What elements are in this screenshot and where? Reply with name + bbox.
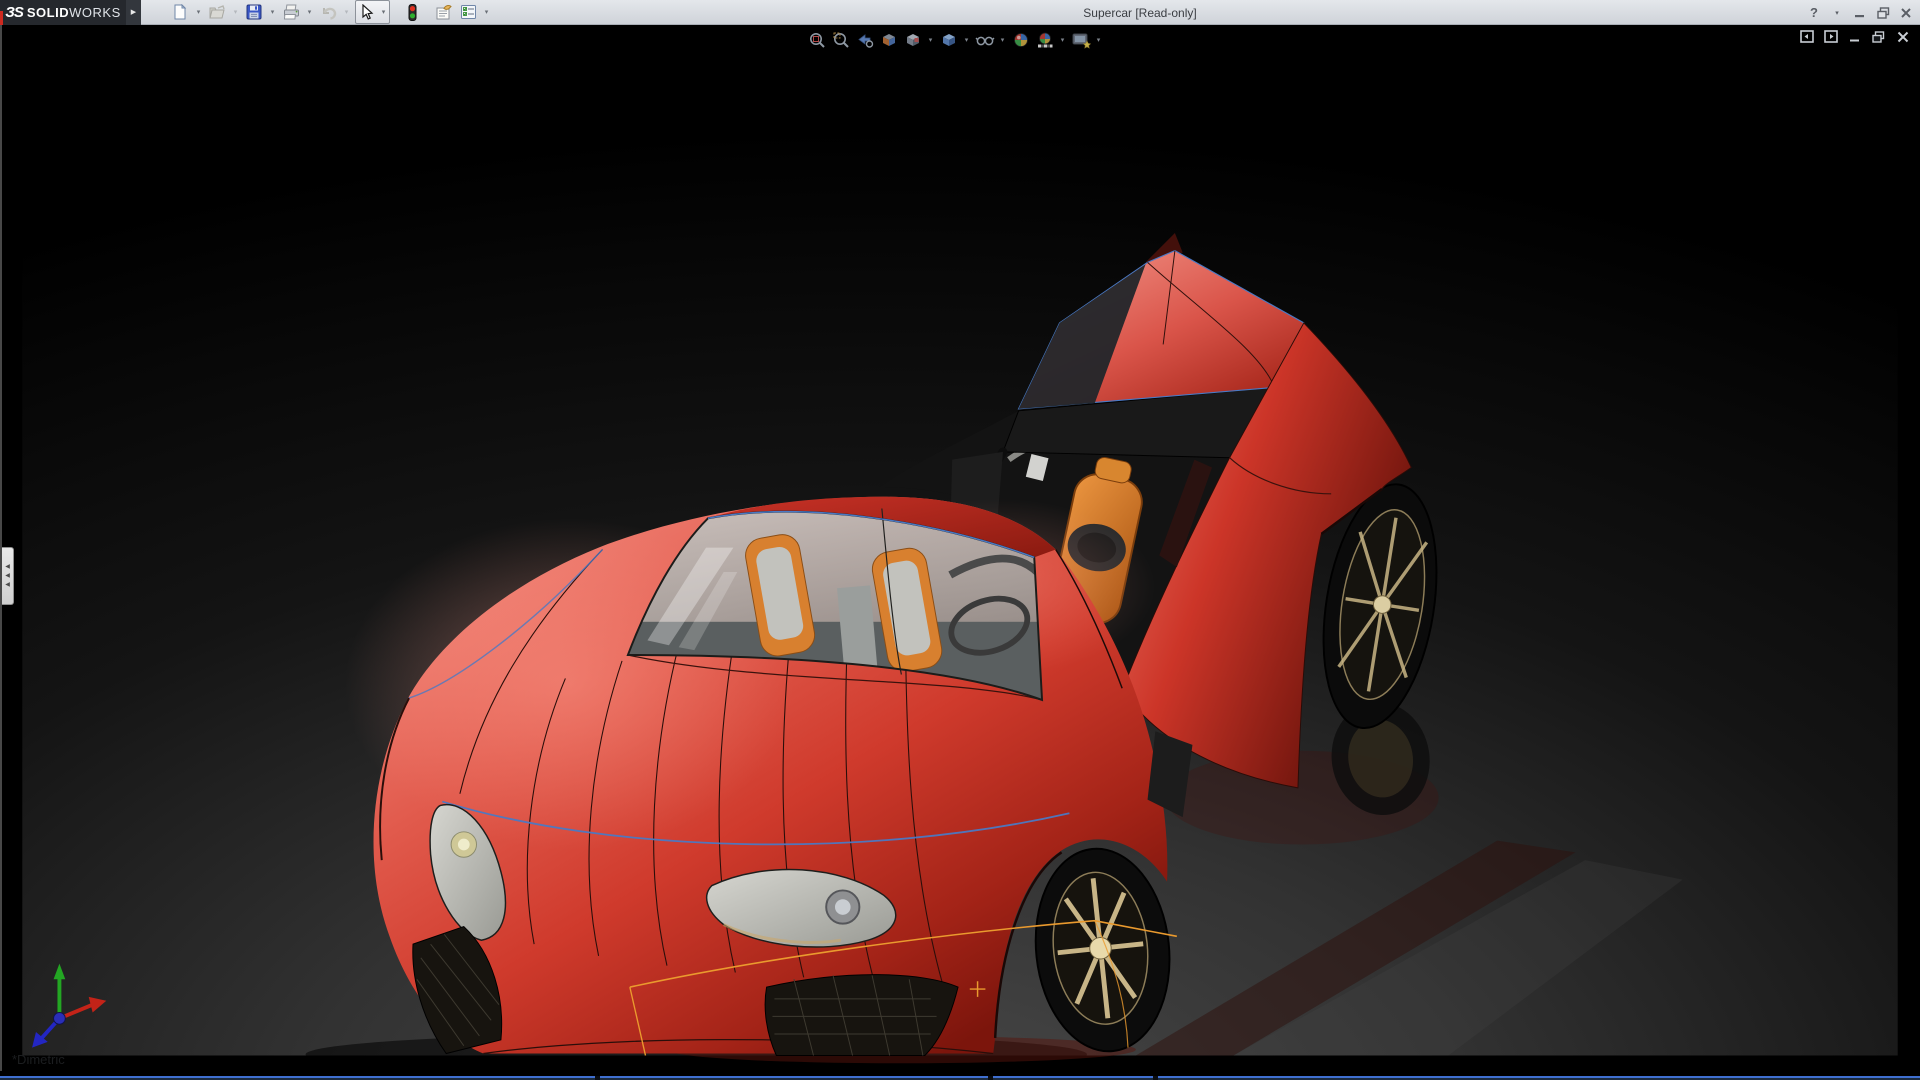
hide-show-items-icon	[975, 31, 995, 49]
select-cursor-icon	[360, 4, 374, 20]
document-window-controls	[1799, 29, 1910, 44]
toolbar-flyout-arrow[interactable]: ▶	[126, 0, 141, 25]
pane-previous-button[interactable]	[1799, 29, 1814, 44]
pane-next-icon	[1824, 30, 1838, 43]
collapse-arrow: ◀	[5, 564, 10, 570]
stoplight-button[interactable]	[401, 1, 423, 23]
title-bar: ЗS SOLIDWORKS ▶ ▾ ▾	[0, 0, 1920, 25]
headsup-view-toolbar: ▾ ▾ ▾	[806, 29, 1103, 51]
help-button[interactable]: ?	[1806, 5, 1822, 21]
previous-view-button[interactable]	[854, 30, 875, 51]
pane-next-button[interactable]	[1823, 29, 1838, 44]
hide-show-items-dropdown[interactable]: ▾	[998, 36, 1007, 44]
restore-button[interactable]	[1875, 5, 1891, 21]
collapse-arrow: ◀	[5, 573, 10, 579]
view-settings-dropdown[interactable]: ▾	[1094, 36, 1103, 44]
file-properties-button[interactable]	[433, 1, 455, 23]
taskbar-edge	[0, 1076, 1920, 1080]
open-button[interactable]	[206, 1, 228, 23]
graphics-viewport[interactable]: ▾ ▾ ▾	[0, 25, 1920, 1076]
zoom-to-fit-icon	[808, 31, 826, 49]
edit-appearance-icon	[1012, 31, 1030, 49]
new-document-button[interactable]	[169, 1, 191, 23]
save-dropdown[interactable]: ▾	[267, 1, 278, 23]
open-folder-icon	[209, 5, 226, 20]
child-restore-button[interactable]	[1871, 29, 1886, 44]
pane-previous-icon	[1800, 30, 1814, 43]
open-dropdown[interactable]: ▾	[230, 1, 241, 23]
view-orientation-icon	[904, 31, 922, 49]
select-dropdown[interactable]: ▾	[378, 1, 389, 23]
solidworks-wordmark: SOLIDWORKS	[27, 5, 121, 20]
model-scene[interactable]	[0, 25, 1920, 1076]
view-orientation-label: *Dimetric	[12, 1052, 65, 1067]
view-settings-icon	[1071, 31, 1091, 49]
display-style-icon	[940, 31, 958, 49]
collapse-arrow: ◀	[5, 582, 10, 588]
child-close-button[interactable]	[1895, 29, 1910, 44]
print-icon	[283, 4, 300, 20]
stoplight-icon	[408, 4, 417, 21]
save-icon	[246, 4, 262, 20]
section-view-button[interactable]	[878, 30, 899, 51]
help-dropdown[interactable]: ▾	[1829, 5, 1845, 21]
restore-icon	[1877, 7, 1890, 19]
solidworks-logo: ЗS SOLIDWORKS	[0, 0, 126, 25]
file-properties-icon	[435, 4, 453, 20]
undo-icon	[320, 5, 337, 20]
new-dropdown[interactable]: ▾	[193, 1, 204, 23]
apply-scene-button[interactable]	[1034, 30, 1055, 51]
taskbar-button-edge[interactable]	[1158, 1076, 1920, 1080]
options-icon	[460, 4, 477, 20]
print-button[interactable]	[280, 1, 302, 23]
save-button[interactable]	[243, 1, 265, 23]
new-document-icon	[172, 4, 188, 20]
feature-panel-collapse-tab[interactable]: ◀ ◀ ◀	[2, 547, 14, 605]
standard-toolbar: ▾ ▾ ▾	[141, 0, 492, 25]
section-view-icon	[880, 31, 898, 49]
window-title: Supercar [Read-only]	[1083, 0, 1196, 25]
view-orientation-button[interactable]	[902, 30, 923, 51]
apply-scene-dropdown[interactable]: ▾	[1058, 36, 1067, 44]
edit-appearance-button[interactable]	[1010, 30, 1031, 51]
solidworks-window: ЗS SOLIDWORKS ▶ ▾ ▾	[0, 0, 1920, 1080]
child-minimize-button[interactable]	[1847, 29, 1862, 44]
taskbar-button-edge[interactable]	[0, 1076, 595, 1080]
select-tool-button[interactable]	[356, 1, 378, 23]
taskbar-button-edge[interactable]	[993, 1076, 1153, 1080]
close-icon	[1900, 7, 1912, 19]
display-style-button[interactable]	[938, 30, 959, 51]
display-style-dropdown[interactable]: ▾	[962, 36, 971, 44]
hide-show-items-button[interactable]	[974, 30, 995, 51]
print-dropdown[interactable]: ▾	[304, 1, 315, 23]
window-controls: ? ▾	[1806, 0, 1914, 25]
minimize-button[interactable]	[1852, 5, 1868, 21]
minimize-icon	[1854, 7, 1866, 19]
undo-button[interactable]	[317, 1, 339, 23]
child-minimize-icon	[1849, 31, 1861, 43]
close-button[interactable]	[1898, 5, 1914, 21]
view-orientation-dropdown[interactable]: ▾	[926, 36, 935, 44]
taskbar-button-edge[interactable]	[600, 1076, 988, 1080]
zoom-to-fit-button[interactable]	[806, 30, 827, 51]
logo-red-accent	[0, 11, 3, 25]
undo-dropdown[interactable]: ▾	[341, 1, 352, 23]
apply-scene-icon	[1035, 31, 1055, 49]
select-tool-group: ▾	[355, 0, 390, 24]
child-close-icon	[1897, 31, 1909, 43]
view-settings-button[interactable]	[1070, 30, 1091, 51]
previous-view-icon	[856, 31, 874, 49]
zoom-to-area-icon	[832, 31, 850, 49]
zoom-to-area-button[interactable]	[830, 30, 851, 51]
options-button[interactable]	[457, 1, 479, 23]
ds-logo-mark: ЗS	[5, 4, 23, 21]
child-restore-icon	[1872, 31, 1885, 43]
options-dropdown[interactable]: ▾	[481, 1, 492, 23]
